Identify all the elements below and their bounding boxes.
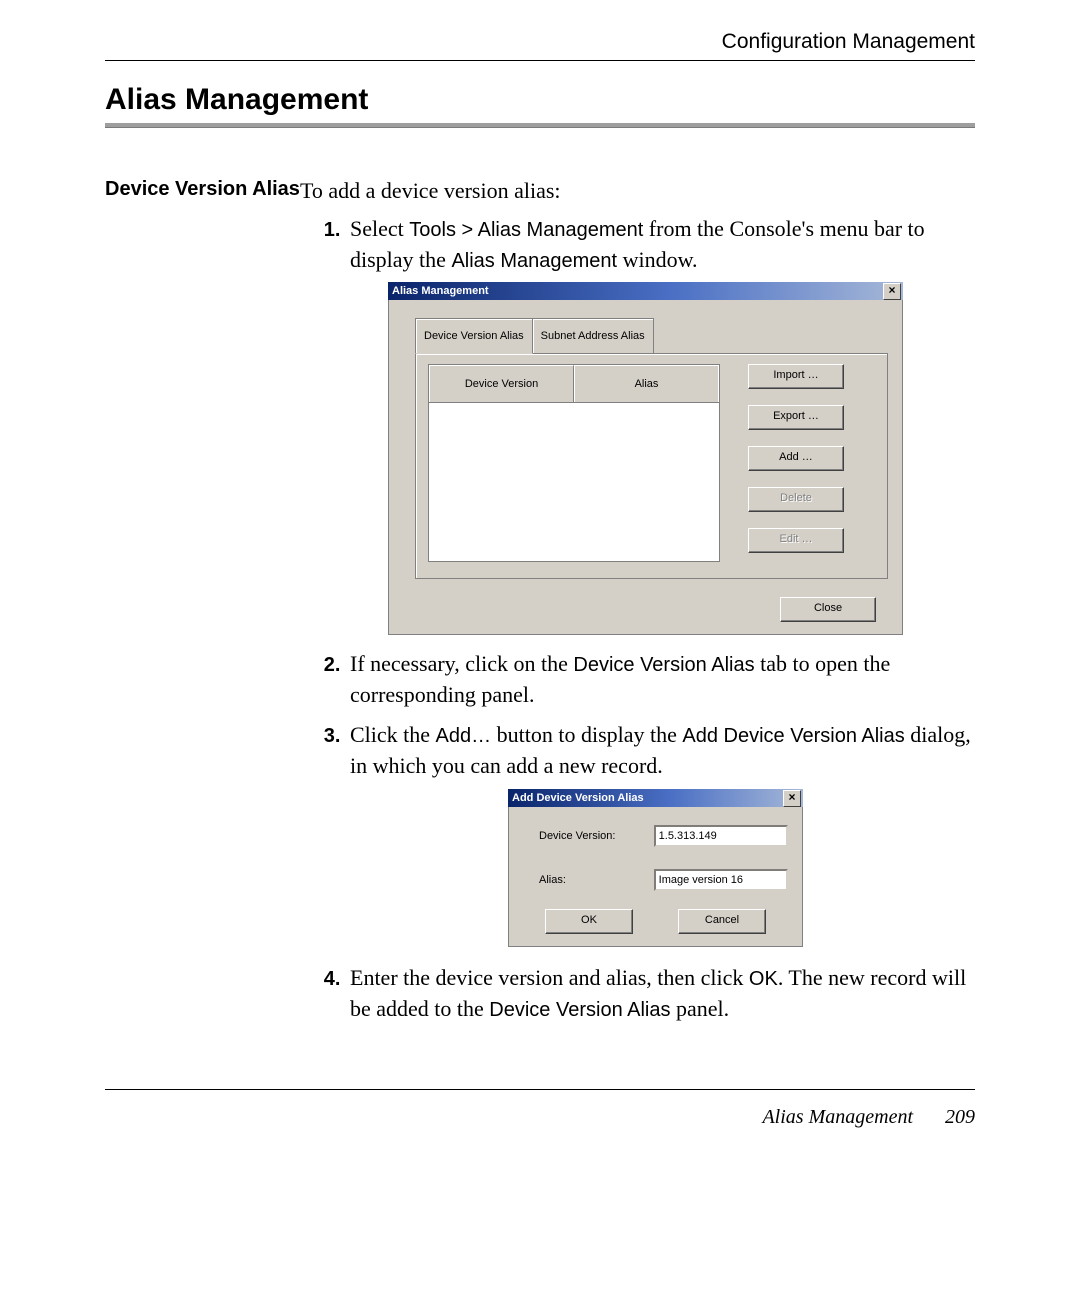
ok-button[interactable]: OK [545,909,633,934]
button-name-ok: OK [749,968,778,990]
input-alias[interactable]: Image version 16 [654,869,788,891]
add-button[interactable]: Add … [748,446,844,471]
footer-section: Alias Management [762,1106,913,1129]
input-device-version[interactable]: 1.5.313.149 [654,825,788,847]
page-footer: Alias Management 209 [105,1106,975,1129]
tab-subnet-address-alias[interactable]: Subnet Address Alias [533,318,654,353]
tab-panel: Device Version Alias Import … Export … [415,353,888,579]
titlebar: Add Device Version Alias × [508,789,803,807]
screenshot-alias-management: Alias Management × Device Version Alias … [388,282,903,635]
label-device-version: Device Version: [523,821,654,851]
table-body-empty[interactable] [429,403,719,561]
panel-name-device-version-alias: Device Version Alias [489,999,670,1021]
steps-list: Select Tools > Alias Management from the… [300,214,975,1025]
page-header-right: Configuration Management [105,30,975,54]
step-3-text-b: button to display the [491,722,682,747]
step-4-text-c: panel. [671,996,730,1021]
window-name-alias-management: Alias Management [451,250,617,272]
dialog-name-add-device-version-alias: Add Device Version Alias [682,725,904,747]
dialog-title: Add Device Version Alias [512,783,783,813]
tab-name-device-version-alias: Device Version Alias [573,654,754,676]
footer-rule [105,1089,975,1090]
step-3-text-a: Click the [350,722,436,747]
column-device-version[interactable]: Device Version [429,365,574,402]
side-heading: Device Version Alias [105,176,300,1035]
cancel-button[interactable]: Cancel [678,909,766,934]
intro-text: To add a device version alias: [300,176,975,206]
footer-page-number: 209 [945,1106,975,1129]
import-button[interactable]: Import … [748,364,844,389]
menu-path-tools-alias: Tools > Alias Management [409,219,643,241]
step-1: Select Tools > Alias Management from the… [346,214,975,635]
step-3: Click the Add… button to display the Add… [346,720,975,947]
screenshot-add-device-version-alias: Add Device Version Alias × Device Versio… [508,789,803,947]
section-rule [105,123,975,128]
close-icon[interactable]: × [783,790,801,807]
header-rule [105,60,975,61]
step-2-text-a: If necessary, click on the [350,651,573,676]
step-4: Enter the device version and alias, then… [346,963,975,1025]
edit-button: Edit … [748,528,844,553]
tab-strip: Device Version Alias Subnet Address Alia… [415,318,888,353]
close-button[interactable]: Close [780,597,876,622]
tab-device-version-alias[interactable]: Device Version Alias [415,318,533,354]
step-2: If necessary, click on the Device Versio… [346,649,975,710]
content-column: To add a device version alias: Select To… [300,176,975,1035]
export-button[interactable]: Export … [748,405,844,430]
alias-table[interactable]: Device Version Alias [428,364,720,562]
button-name-add: Add… [436,725,492,747]
delete-button: Delete [748,487,844,512]
titlebar: Alias Management × [388,282,903,300]
section-title: Alias Management [105,83,975,117]
label-alias: Alias: [523,865,654,895]
step-1-text-a: Select [350,216,409,241]
step-4-text-a: Enter the device version and alias, then… [350,965,749,990]
column-alias[interactable]: Alias [574,365,719,402]
close-icon[interactable]: × [883,283,901,300]
step-1-text-c: window. [617,247,697,272]
